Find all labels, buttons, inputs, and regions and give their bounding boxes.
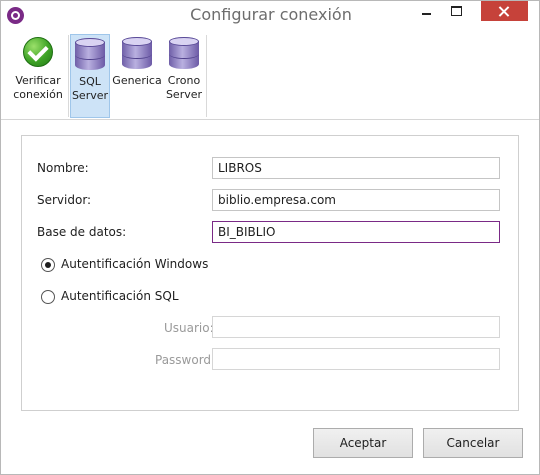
auth-sql-label[interactable]: Autentificación SQL <box>61 289 179 303</box>
cancel-button[interactable]: Cancelar <box>423 428 523 458</box>
minimize-button[interactable] <box>411 1 441 21</box>
generica-button[interactable]: Generica <box>112 34 162 118</box>
servidor-label: Servidor: <box>37 193 92 207</box>
auth-windows-radio[interactable] <box>41 258 55 272</box>
password-label: Password: <box>155 353 216 367</box>
servidor-input[interactable]: biblio.empresa.com <box>212 189 500 211</box>
verify-connection-label: Verificar conexión <box>13 74 63 101</box>
minimize-icon <box>421 13 431 15</box>
nombre-input[interactable]: LIBROS <box>212 157 500 179</box>
accept-button[interactable]: Aceptar <box>313 428 413 458</box>
title-bar: Configurar conexión <box>1 1 539 31</box>
verify-connection-button[interactable]: Verificar conexión <box>9 34 67 118</box>
close-button[interactable] <box>481 1 528 21</box>
usuario-label: Usuario: <box>164 321 214 335</box>
password-input[interactable] <box>212 348 500 370</box>
toolbar-separator <box>206 35 207 117</box>
close-icon <box>499 6 510 17</box>
sql-server-button[interactable]: SQL Server <box>70 34 110 118</box>
database-icon <box>122 37 152 69</box>
auth-sql-radio[interactable] <box>41 290 55 304</box>
maximize-icon <box>450 6 462 16</box>
database-icon <box>75 38 105 70</box>
toolbar-separator <box>68 35 69 117</box>
check-icon <box>23 37 53 67</box>
base-datos-label: Base de datos: <box>37 225 127 239</box>
base-datos-input[interactable]: BI_BIBLIO <box>212 221 500 243</box>
connection-dialog: Configurar conexión Verificar conexión S… <box>0 0 540 475</box>
generica-label: Generica <box>112 74 162 87</box>
usuario-input[interactable] <box>212 316 500 338</box>
crono-server-button[interactable]: Crono Server <box>164 34 204 118</box>
nombre-label: Nombre: <box>37 161 89 175</box>
toolbar: Verificar conexión SQL Server Generica C… <box>1 31 539 120</box>
connection-form: Nombre: LIBROS Servidor: biblio.empresa.… <box>21 135 519 411</box>
maximize-button[interactable] <box>441 1 471 21</box>
crono-server-label: Crono Server <box>165 74 203 101</box>
auth-windows-label[interactable]: Autentificación Windows <box>61 257 208 271</box>
database-icon <box>169 37 199 69</box>
sql-server-label: SQL Server <box>71 75 109 102</box>
